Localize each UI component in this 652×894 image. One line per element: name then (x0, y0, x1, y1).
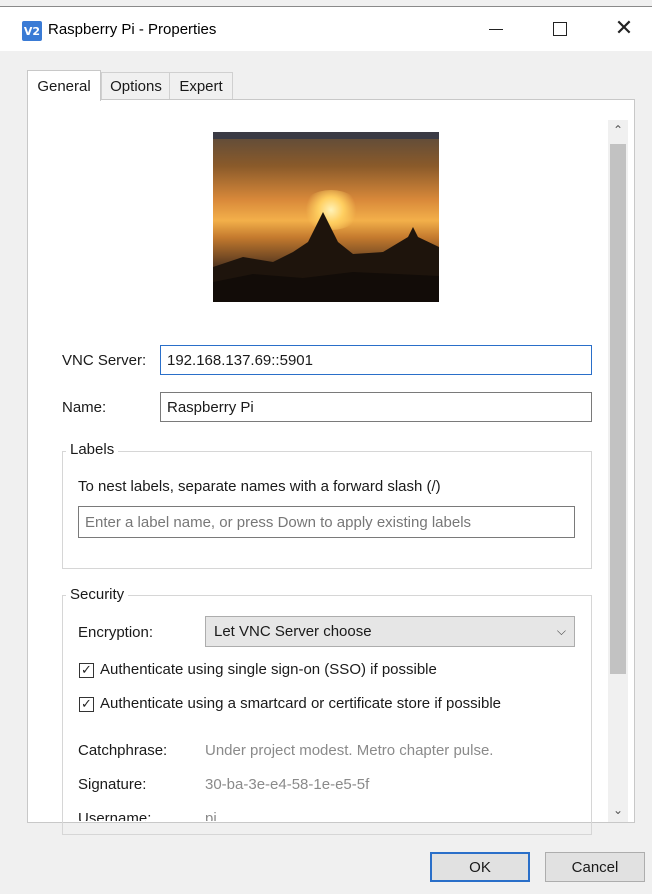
window-title: Raspberry Pi - Properties (48, 21, 217, 38)
encryption-dropdown[interactable]: Let VNC Server choose ⌵ (205, 616, 575, 647)
vnc-server-input[interactable] (160, 345, 592, 375)
title-bar[interactable]: V2 Raspberry Pi - Properties ✕ (0, 6, 652, 51)
maximize-icon (553, 22, 567, 36)
security-group-title: Security (66, 586, 129, 603)
labels-group-title: Labels (66, 441, 119, 458)
check-icon: ✓ (81, 663, 92, 678)
smartcard-checkbox[interactable]: ✓ (79, 697, 94, 712)
chevron-down-icon: ⌵ (556, 624, 566, 638)
smartcard-checkbox-label[interactable]: Authenticate using a smartcard or certif… (100, 695, 501, 712)
catchphrase-value: Under project modest. Metro chapter puls… (205, 742, 494, 759)
name-label: Name: (62, 399, 107, 416)
scroll-down-icon[interactable]: ⌄ (608, 800, 628, 820)
signature-value: 30-ba-3e-e4-58-1e-e5-5f (205, 776, 370, 793)
desktop-preview-thumbnail (213, 132, 439, 302)
sso-checkbox-label[interactable]: Authenticate using single sign-on (SSO) … (100, 661, 437, 678)
scrollbar-thumb[interactable] (610, 144, 626, 674)
general-tab-panel: VNC Server: Name: Labels To nest labels,… (27, 99, 635, 835)
preview-temple-silhouette (213, 212, 439, 302)
labels-hint: To nest labels, separate names with a fo… (78, 478, 441, 495)
minimize-icon (489, 28, 503, 30)
vnc-server-label: VNC Server: (62, 352, 147, 369)
catchphrase-label: Catchphrase: (78, 742, 168, 759)
minimize-button[interactable] (464, 7, 528, 51)
encryption-label: Encryption: (78, 624, 154, 641)
clipped-row: Username: pi (28, 800, 608, 821)
name-input[interactable] (160, 392, 592, 422)
tab-options[interactable]: Options (101, 72, 171, 99)
vertical-scrollbar[interactable]: ⌃ ⌄ (608, 120, 628, 822)
tab-general[interactable]: General (27, 70, 101, 101)
properties-window: V2 Raspberry Pi - Properties ✕ General O… (0, 0, 652, 894)
username-value: pi (205, 810, 217, 821)
close-icon: ✕ (614, 16, 634, 41)
maximize-button[interactable] (528, 7, 592, 51)
sso-checkbox[interactable]: ✓ (79, 663, 94, 678)
ok-button[interactable]: OK (430, 852, 530, 882)
username-label: Username: (78, 810, 152, 821)
check-icon: ✓ (81, 697, 92, 712)
label-name-input[interactable] (78, 506, 575, 538)
cancel-button[interactable]: Cancel (545, 852, 645, 882)
encryption-selected-value: Let VNC Server choose (214, 623, 372, 640)
preview-taskbar (213, 132, 439, 139)
signature-label: Signature: (78, 776, 147, 793)
scroll-up-icon[interactable]: ⌃ (608, 120, 628, 140)
close-button[interactable]: ✕ (596, 7, 652, 51)
vnc-viewer-app-icon: V2 (22, 21, 42, 41)
tab-expert[interactable]: Expert (169, 72, 233, 99)
